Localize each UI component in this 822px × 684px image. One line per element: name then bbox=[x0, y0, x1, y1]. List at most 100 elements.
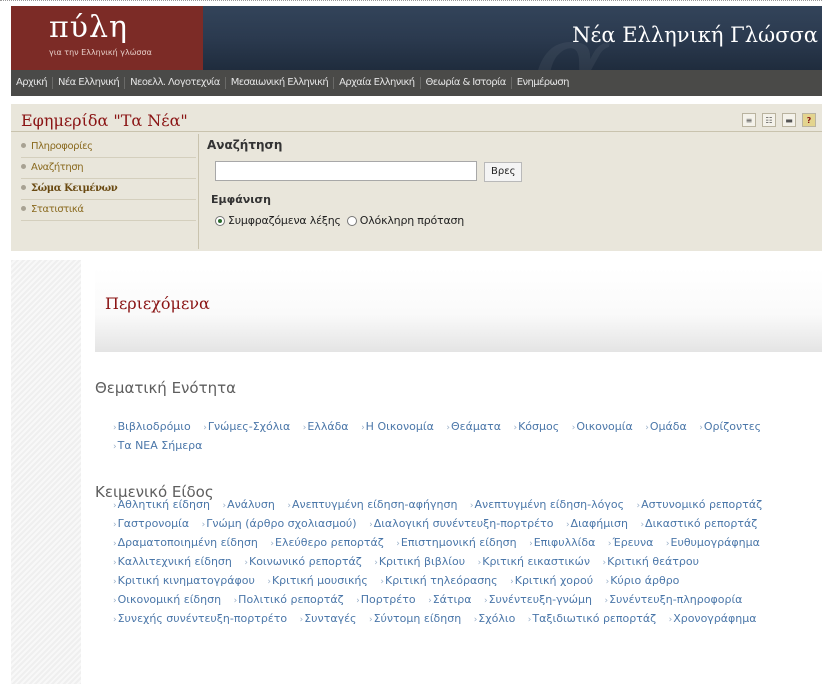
tag-link[interactable]: ›Διαλογική συνέντευξη-πορτρέτο bbox=[369, 517, 553, 530]
tag-link[interactable]: ›Γνώμη (άρθρο σχολιασμού) bbox=[202, 517, 357, 530]
tag-link[interactable]: ›Ευθυμογράφημα bbox=[666, 536, 760, 549]
tag-link[interactable]: ›Κριτική τηλεόρασης bbox=[380, 574, 497, 587]
tag-link[interactable]: ›Δικαστικό ρεπορτάζ bbox=[640, 517, 757, 530]
tag-link[interactable]: ›Ομάδα bbox=[645, 420, 687, 433]
arrow-right-icon: › bbox=[571, 423, 576, 433]
arrow-right-icon: › bbox=[636, 501, 641, 511]
tag-link[interactable]: ›Σάτιρα bbox=[428, 593, 471, 606]
nav-item-ancient-greek[interactable]: Αρχαία Ελληνική bbox=[334, 77, 421, 89]
logo[interactable]: πύλη για την Ελληνική γλώσσα bbox=[11, 6, 203, 70]
nav-item-news[interactable]: Ενημέρωση bbox=[512, 77, 574, 89]
display-options: Συμφραζόμενα λέξης Ολόκληρη πρόταση bbox=[215, 214, 470, 227]
tag-link[interactable]: ›Βιβλιοδρόμιο bbox=[113, 420, 191, 433]
tag-link[interactable]: ›Κριτική θεάτρου bbox=[603, 555, 699, 568]
tag-label: Η Οικονομία bbox=[365, 420, 434, 433]
arrow-right-icon: › bbox=[605, 577, 610, 587]
radio-word-context[interactable] bbox=[215, 215, 225, 226]
sidebar-item-info[interactable]: Πληροφορίες bbox=[21, 137, 196, 158]
tag-label: Κύριο άρθρο bbox=[610, 574, 680, 587]
tag-link[interactable]: ›Αθλητική είδηση bbox=[113, 498, 210, 511]
arrow-right-icon: › bbox=[113, 558, 117, 568]
tag-link[interactable]: ›Η Οικονομία bbox=[361, 420, 434, 433]
tag-link[interactable]: ›Τα ΝΕΑ Σήμερα bbox=[113, 439, 202, 452]
radio-word-context-label[interactable]: Συμφραζόμενα λέξης bbox=[228, 214, 341, 227]
arrow-right-icon: › bbox=[203, 423, 207, 433]
tag-link[interactable]: ›Δραματοποιημένη είδηση bbox=[113, 536, 258, 549]
tag-link[interactable]: ›Επιστημονική είδηση bbox=[396, 536, 516, 549]
tag-link[interactable]: ›Συνέντευξη-πληροφορία bbox=[605, 593, 743, 606]
arrow-right-icon: › bbox=[607, 539, 612, 549]
content-header: Περιεχόμενα bbox=[95, 268, 822, 352]
bullet-icon bbox=[21, 164, 26, 169]
tag-link[interactable]: ›Θεάματα bbox=[446, 420, 501, 433]
tag-link[interactable]: ›Ανεπτυγμένη είδηση-λόγος bbox=[470, 498, 624, 511]
arrow-right-icon: › bbox=[604, 596, 609, 606]
tag-link[interactable]: ›Συνεχής συνέντευξη-πορτρέτο bbox=[113, 612, 287, 625]
tag-link[interactable]: ›Κριτική κινηματογράφου bbox=[113, 574, 255, 587]
tag-link[interactable]: ›Γαστρονομία bbox=[113, 517, 189, 530]
tag-link[interactable]: ›Σχόλιο bbox=[474, 612, 516, 625]
tag-link[interactable]: ›Κόσμος bbox=[513, 420, 559, 433]
sidebar-item-search[interactable]: Αναζήτηση bbox=[21, 158, 196, 179]
tag-link[interactable]: ›Έρευνα bbox=[608, 536, 654, 549]
sidebar-item-statistics[interactable]: Στατιστικά bbox=[21, 200, 196, 221]
tag-label: Καλλιτεχνική είδηση bbox=[117, 555, 232, 568]
tag-link[interactable]: ›Πορτρέτο bbox=[356, 593, 416, 606]
tag-label: Κριτική τηλεόρασης bbox=[384, 574, 498, 587]
nav-item-home[interactable]: Αρχική bbox=[11, 77, 53, 89]
tag-link[interactable]: ›Κοινωνικό ρεπορτάζ bbox=[244, 555, 361, 568]
tag-link[interactable]: ›Διαφήμιση bbox=[566, 517, 628, 530]
search-button[interactable]: Βρες bbox=[484, 162, 523, 182]
tag-label: Χρονογράφημα bbox=[673, 612, 757, 625]
arrow-right-icon: › bbox=[645, 423, 649, 433]
tag-link[interactable]: ›Σύντομη είδηση bbox=[369, 612, 461, 625]
tag-link[interactable]: ›Συνέντευξη-γνώμη bbox=[484, 593, 592, 606]
tag-link[interactable]: ›Κύριο άρθρο bbox=[606, 574, 680, 587]
help-icon[interactable]: ? bbox=[802, 113, 816, 127]
tag-label: Κριτική χορού bbox=[514, 574, 594, 587]
tag-link[interactable]: ›Αστυνομικό ρεπορτάζ bbox=[637, 498, 763, 511]
tag-link[interactable]: ›Κριτική εικαστικών bbox=[478, 555, 590, 568]
tag-link[interactable]: ›Κριτική μουσικής bbox=[267, 574, 368, 587]
tag-link[interactable]: ›Ταξιδιωτικό ρεπορτάζ bbox=[528, 612, 656, 625]
main-nav: Αρχική Νέα Ελληνική Νεοελλ. Λογοτεχνία Μ… bbox=[11, 70, 822, 96]
list-view-icon[interactable]: ≡ bbox=[742, 113, 756, 127]
tag-link[interactable]: ›Ελλάδα bbox=[303, 420, 349, 433]
tag-link[interactable]: ›Ανάλυση bbox=[222, 498, 274, 511]
tag-label: Οικονομική είδηση bbox=[117, 593, 222, 606]
tag-link[interactable]: ›Ελεύθερο ρεπορτάζ bbox=[270, 536, 383, 549]
tag-link[interactable]: ›Επιφυλλίδα bbox=[529, 536, 595, 549]
tag-link[interactable]: ›Καλλιτεχνική είδηση bbox=[113, 555, 232, 568]
tag-link[interactable]: ›Γνώμες-Σχόλια bbox=[203, 420, 290, 433]
arrow-right-icon: › bbox=[368, 615, 373, 625]
sidebar-item-label: Αναζήτηση bbox=[31, 162, 84, 173]
tag-label: Δραματοποιημένη είδηση bbox=[117, 536, 258, 549]
tag-link[interactable]: ›Πολιτικό ρεπορτάζ bbox=[234, 593, 344, 606]
tag-label: Τα ΝΕΑ Σήμερα bbox=[117, 439, 203, 452]
nav-item-theory-history[interactable]: Θεωρία & Ιστορία bbox=[421, 77, 512, 89]
tag-link[interactable]: ›Χρονογράφημα bbox=[669, 612, 757, 625]
tag-link[interactable]: ›Οικονομία bbox=[572, 420, 633, 433]
radio-full-sentence-label[interactable]: Ολόκληρη πρόταση bbox=[360, 214, 464, 227]
bullet-icon bbox=[21, 206, 26, 211]
sidebar-item-corpus[interactable]: Σώμα Κειμένων bbox=[21, 179, 196, 200]
nav-item-medieval-greek[interactable]: Μεσαιωνική Ελληνική bbox=[226, 77, 335, 89]
nav-item-modern-greek[interactable]: Νέα Ελληνική bbox=[53, 77, 126, 89]
tree-view-icon[interactable]: ☷ bbox=[762, 113, 776, 127]
corpus-panel: Εφημερίδα "Τα Νέα" ≡ ☷ ▬ ? Πληροφορίες Α… bbox=[11, 104, 822, 251]
tag-label: Αστυνομικό ρεπορτάζ bbox=[641, 498, 763, 511]
minimize-icon[interactable]: ▬ bbox=[782, 113, 796, 127]
tag-label: Σχόλιο bbox=[478, 612, 516, 625]
tag-label: Κριτική κινηματογράφου bbox=[117, 574, 255, 587]
tag-link[interactable]: ›Ανεπτυγμένη είδηση-αφήγηση bbox=[287, 498, 457, 511]
tag-link[interactable]: ›Κριτική χορού bbox=[510, 574, 593, 587]
nav-item-modern-literature[interactable]: Νεοελλ. Λογοτεχνία bbox=[125, 77, 226, 89]
tag-link[interactable]: ›Ορίζοντες bbox=[699, 420, 761, 433]
tag-link[interactable]: ›Κριτική βιβλίου bbox=[374, 555, 465, 568]
tag-link[interactable]: ›Οικονομική είδηση bbox=[113, 593, 221, 606]
arrow-right-icon: › bbox=[113, 501, 117, 511]
radio-full-sentence[interactable] bbox=[346, 215, 357, 226]
tag-link[interactable]: ›Συνταγές bbox=[300, 612, 357, 625]
tag-label: Αθλητική είδηση bbox=[117, 498, 210, 511]
search-input[interactable] bbox=[215, 161, 477, 181]
